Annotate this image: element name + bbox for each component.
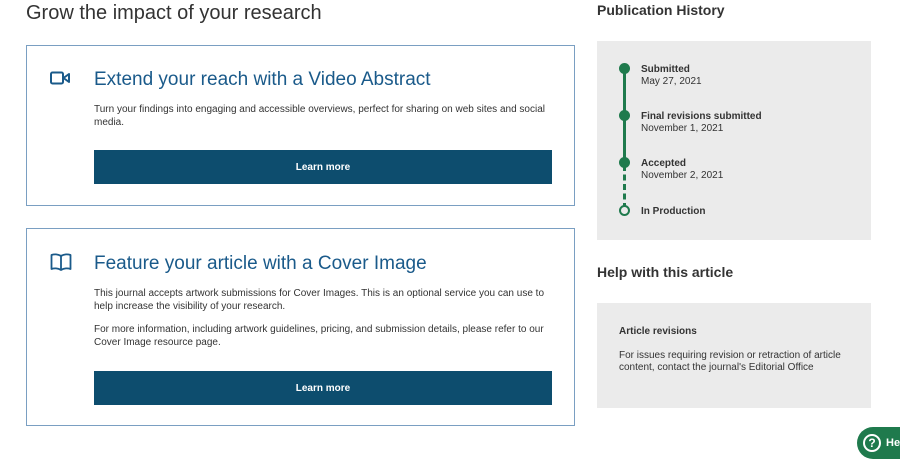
step-date: May 27, 2021 (641, 76, 702, 87)
card-heading: Feature your article with a Cover Image (94, 253, 427, 274)
step-label: Submitted (641, 64, 690, 75)
step-label: Final revisions submitted (641, 111, 762, 122)
publication-history-title: Publication History (597, 2, 725, 18)
timeline-step: Final revisions submitted November 1, 20… (641, 111, 762, 135)
step-label: Accepted (641, 158, 687, 169)
learn-more-button[interactable]: Learn more (94, 150, 552, 184)
timeline-step: Submitted May 27, 2021 (641, 64, 702, 88)
help-text: For issues requiring revision or retract… (619, 350, 841, 373)
card-heading: Extend your reach with a Video Abstract (94, 69, 431, 90)
timeline-step: In Production (641, 206, 705, 218)
card-description: For more information, including artwork … (94, 324, 544, 348)
timeline-dot (619, 157, 630, 168)
help-widget-label: He (886, 437, 900, 449)
learn-more-button[interactable]: Learn more (94, 371, 552, 405)
cover-image-card: Feature your article with a Cover Image … (26, 228, 575, 426)
video-abstract-card: Extend your reach with a Video Abstract … (26, 45, 575, 206)
timeline-step: Accepted November 2, 2021 (641, 158, 723, 182)
timeline-dot (619, 110, 630, 121)
card-description: Turn your findings into engaging and acc… (94, 104, 545, 128)
timeline-dot (619, 63, 630, 74)
step-date: November 2, 2021 (641, 170, 724, 181)
help-title: Help with this article (597, 264, 734, 280)
help-widget-button[interactable]: ? He (857, 427, 900, 459)
card-description: This journal accepts artwork submissions… (94, 288, 545, 312)
timeline-dot-pending (619, 205, 630, 216)
help-panel: Article revisions For issues requiring r… (597, 303, 871, 408)
timeline-line-pending (623, 165, 626, 209)
video-icon (50, 71, 70, 90)
step-label: In Production (641, 206, 706, 217)
step-date: November 1, 2021 (641, 123, 724, 134)
help-heading: Article revisions (619, 326, 697, 337)
section-title: Grow the impact of your research (26, 2, 322, 24)
question-icon: ? (863, 434, 881, 452)
publication-history-panel: Submitted May 27, 2021 Final revisions s… (597, 41, 871, 240)
book-icon (50, 253, 72, 276)
